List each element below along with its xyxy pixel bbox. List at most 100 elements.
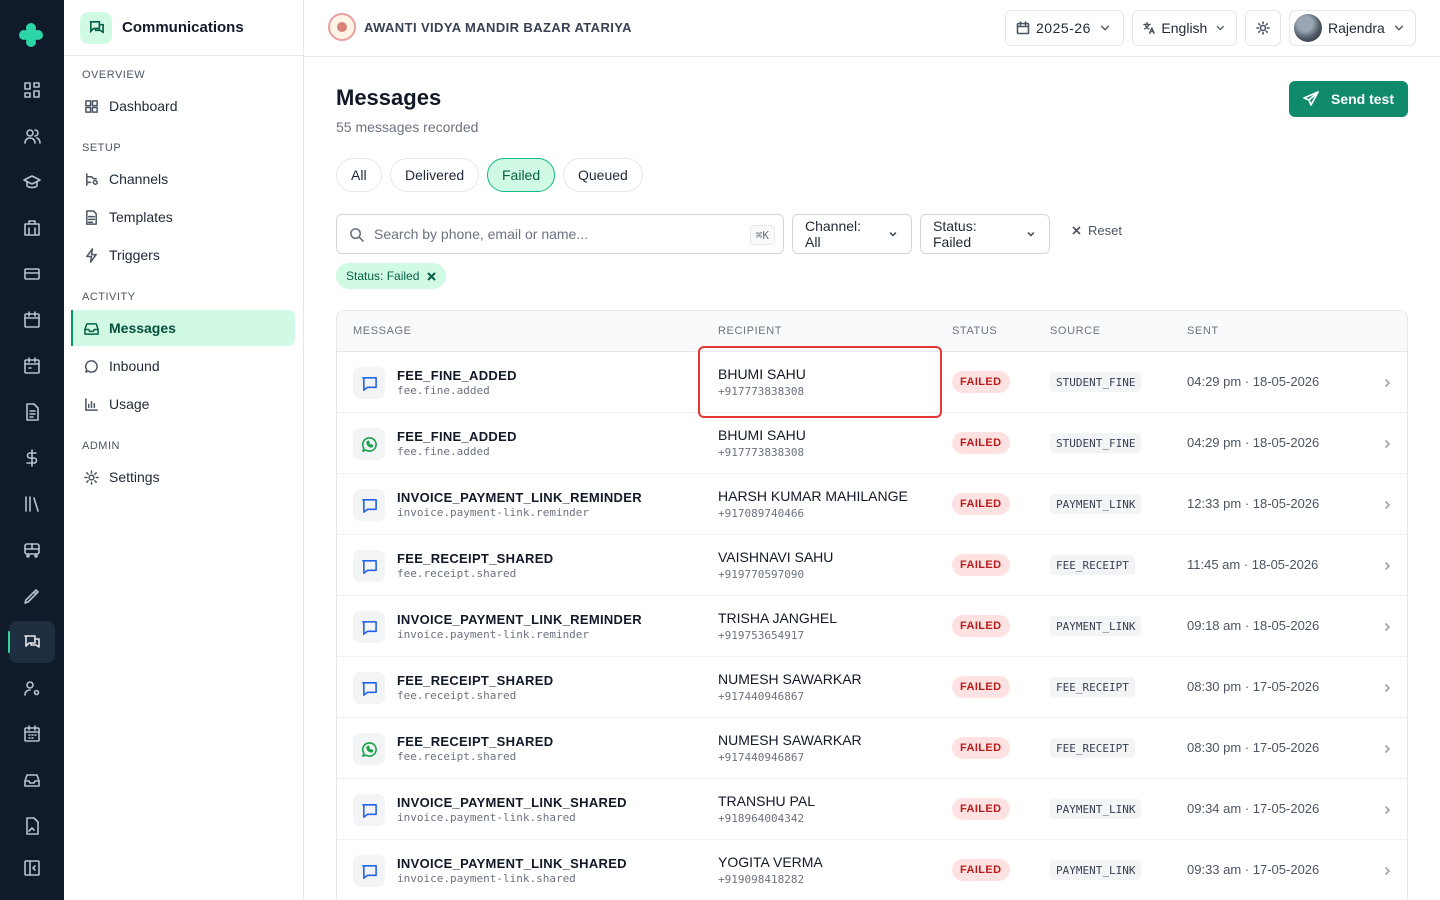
sidebar-item-triggers[interactable]: Triggers bbox=[72, 237, 295, 273]
column-header-sent: SENT bbox=[1187, 325, 1219, 337]
message-code: fee.receipt.shared bbox=[397, 750, 517, 763]
source-tag: FEE_RECEIPT bbox=[1050, 555, 1135, 575]
table-row[interactable]: INVOICE_PAYMENT_LINK_SHARED invoice.payme… bbox=[337, 779, 1407, 840]
table-row[interactable]: FEE_RECEIPT_SHARED fee.receipt.shared NUME… bbox=[337, 657, 1407, 718]
rail-dashboard-icon[interactable] bbox=[9, 69, 55, 111]
app-logo-icon[interactable] bbox=[16, 20, 46, 50]
rail-library-icon[interactable] bbox=[9, 483, 55, 525]
rail-file-signature-icon[interactable] bbox=[9, 805, 55, 847]
rail-collapse-icon[interactable] bbox=[9, 847, 55, 889]
rail-document-icon[interactable] bbox=[9, 391, 55, 433]
chevron-right-icon[interactable] bbox=[1381, 681, 1393, 693]
rail-graduation-cap-icon[interactable] bbox=[9, 161, 55, 203]
tab-failed[interactable]: Failed bbox=[487, 158, 556, 192]
sidebar-item-templates[interactable]: Templates bbox=[72, 199, 295, 235]
tab-delivered[interactable]: Delivered bbox=[390, 158, 480, 192]
sidebar-item-label: Channels bbox=[109, 171, 169, 187]
gear-icon bbox=[84, 469, 99, 485]
table-row[interactable]: INVOICE_PAYMENT_LINK_REMINDER invoice.pay… bbox=[337, 474, 1407, 535]
school-identity[interactable]: AWANTI VIDYA MANDIR BAZAR ATARIYA bbox=[328, 13, 632, 41]
avatar bbox=[1294, 14, 1322, 42]
tab-all[interactable]: All bbox=[336, 158, 382, 192]
rail-building-icon[interactable] bbox=[9, 207, 55, 249]
table-row[interactable]: FEE_RECEIPT_SHARED fee.receipt.shared NUME… bbox=[337, 718, 1407, 779]
chevron-right-icon[interactable] bbox=[1381, 803, 1393, 815]
table-row[interactable]: FEE_FINE_ADDED fee.fine.added BHUMI SAHU +9… bbox=[337, 352, 1407, 413]
language-selector[interactable]: English bbox=[1132, 10, 1237, 46]
year-value: 2025-26 bbox=[1036, 20, 1091, 36]
whatsapp-icon bbox=[353, 428, 385, 460]
sidebar-item-label: Inbound bbox=[109, 358, 160, 374]
sidebar-item-dashboard[interactable]: Dashboard bbox=[72, 88, 295, 124]
communications-icon bbox=[80, 11, 112, 44]
sidebar-item-label: Messages bbox=[109, 320, 176, 336]
chevron-right-icon[interactable] bbox=[1381, 742, 1393, 754]
message-name: INVOICE_PAYMENT_LINK_SHARED bbox=[397, 856, 627, 871]
rail-inbox-icon[interactable] bbox=[9, 759, 55, 801]
rail-user-settings-icon[interactable] bbox=[9, 667, 55, 709]
sidebar-header: Communications bbox=[64, 0, 303, 56]
chevron-right-icon[interactable] bbox=[1381, 559, 1393, 571]
chevron-right-icon[interactable] bbox=[1381, 437, 1393, 449]
table-body: FEE_FINE_ADDED fee.fine.added BHUMI SAHU +9… bbox=[337, 352, 1407, 900]
chevron-right-icon[interactable] bbox=[1381, 498, 1393, 510]
message-name: FEE_RECEIPT_SHARED bbox=[397, 551, 554, 566]
school-emblem-icon bbox=[328, 13, 356, 41]
table-row[interactable]: FEE_RECEIPT_SHARED fee.receipt.shared VAIS… bbox=[337, 535, 1407, 596]
recipient-phone: +917440946867 bbox=[718, 690, 805, 703]
status-badge: FAILED bbox=[952, 432, 1010, 454]
calendar-icon bbox=[1016, 21, 1030, 35]
source-tag: FEE_RECEIPT bbox=[1050, 677, 1135, 697]
rail-card-icon[interactable] bbox=[9, 253, 55, 295]
reset-filters-button[interactable]: Reset bbox=[1071, 223, 1122, 238]
status-badge: FAILED bbox=[952, 737, 1010, 759]
rail-communications-icon[interactable] bbox=[8, 621, 55, 663]
recipient-name: YOGITA VERMA bbox=[718, 854, 823, 870]
dashboard-icon bbox=[85, 99, 98, 113]
recipient-name: VAISHNAVI SAHU bbox=[718, 549, 834, 565]
column-header-recipient: RECIPIENT bbox=[718, 325, 783, 337]
sidebar-item-label: Templates bbox=[109, 209, 173, 225]
sidebar-item-inbound[interactable]: Inbound bbox=[72, 348, 295, 384]
rail-schedule-icon[interactable] bbox=[9, 345, 55, 387]
year-selector[interactable]: 2025-26 bbox=[1005, 10, 1124, 46]
send-test-button[interactable]: Send test bbox=[1289, 81, 1408, 117]
chevron-right-icon[interactable] bbox=[1381, 376, 1393, 388]
sidebar-item-messages[interactable]: Messages bbox=[71, 310, 295, 346]
sms-icon bbox=[353, 611, 385, 643]
table-row[interactable]: INVOICE_PAYMENT_LINK_SHARED invoice.payme… bbox=[337, 840, 1407, 900]
sms-icon bbox=[353, 367, 385, 399]
rail-calendar-grid-icon[interactable] bbox=[9, 713, 55, 755]
table-row[interactable]: INVOICE_PAYMENT_LINK_REMINDER invoice.pay… bbox=[337, 596, 1407, 657]
rail-calendar-icon[interactable] bbox=[9, 299, 55, 341]
rail-users-icon[interactable] bbox=[9, 115, 55, 157]
search-input[interactable] bbox=[374, 226, 734, 242]
sidebar-item-settings[interactable]: Settings bbox=[72, 459, 295, 495]
rail-pen-icon[interactable] bbox=[9, 575, 55, 617]
sms-icon bbox=[353, 672, 385, 704]
recipient-name: NUMESH SAWARKAR bbox=[718, 671, 862, 687]
rail-dollar-icon[interactable] bbox=[9, 437, 55, 479]
sidebar-item-label: Settings bbox=[109, 469, 160, 485]
table-row[interactable]: FEE_FINE_ADDED fee.fine.added BHUMI SAHU +9… bbox=[337, 413, 1407, 474]
page-title: Messages bbox=[336, 85, 442, 110]
sidebar-item-usage[interactable]: Usage bbox=[72, 386, 295, 422]
source-tag: STUDENT_FINE bbox=[1050, 372, 1142, 392]
language-value: English bbox=[1161, 20, 1208, 36]
message-code: invoice.payment-link.shared bbox=[397, 872, 576, 885]
theme-toggle[interactable] bbox=[1245, 10, 1281, 46]
sidebar: Communications OVERVIEW Dashboard SETUP … bbox=[64, 0, 304, 900]
school-name: AWANTI VIDYA MANDIR BAZAR ATARIYA bbox=[364, 19, 632, 35]
tab-queued[interactable]: Queued bbox=[563, 158, 643, 192]
inbox-icon bbox=[84, 322, 99, 335]
remove-chip-icon[interactable] bbox=[427, 271, 437, 281]
sidebar-item-channels[interactable]: Channels bbox=[72, 161, 295, 197]
chevron-right-icon[interactable] bbox=[1381, 864, 1393, 876]
rail-bus-icon[interactable] bbox=[9, 529, 55, 571]
chevron-right-icon[interactable] bbox=[1381, 620, 1393, 632]
status-filter-label: Status: Failed bbox=[933, 218, 977, 250]
user-menu[interactable]: Rajendra bbox=[1289, 10, 1416, 46]
channel-filter[interactable]: Channel: All bbox=[792, 214, 912, 254]
chevron-down-icon bbox=[1100, 25, 1110, 31]
status-filter[interactable]: Status: Failed bbox=[920, 214, 1050, 254]
